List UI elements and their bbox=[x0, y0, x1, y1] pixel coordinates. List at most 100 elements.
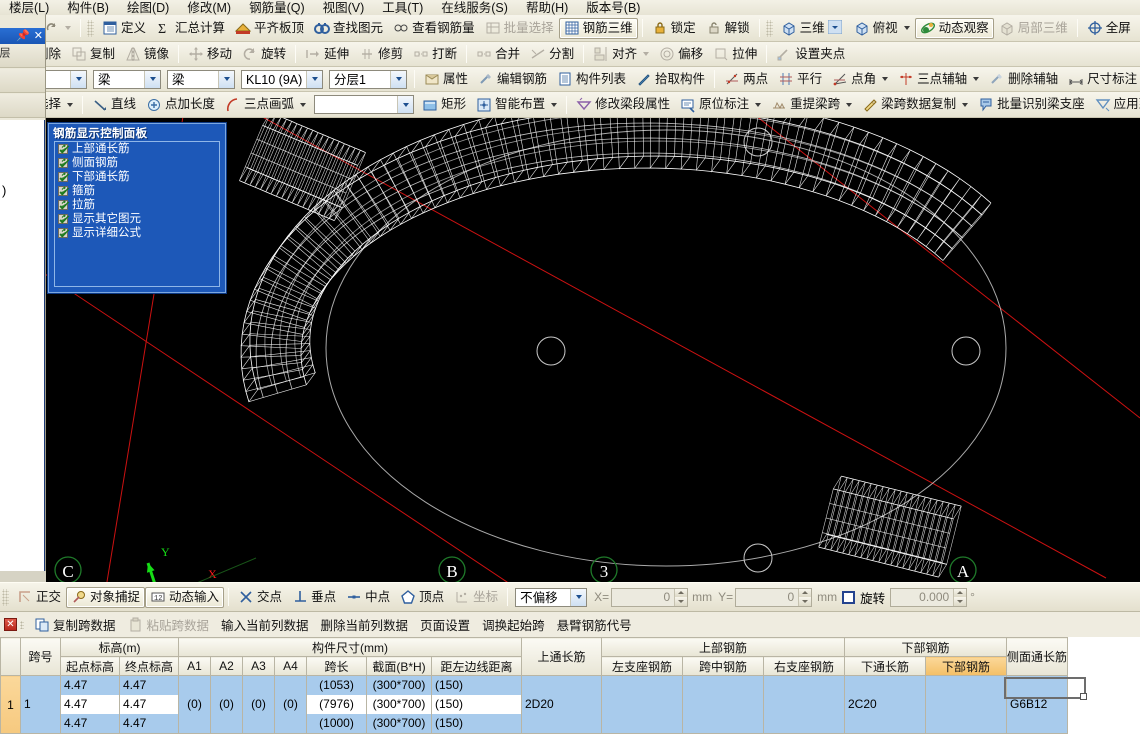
menu-bar[interactable]: 楼层(L)构件(B)绘图(D)修改(M)钢筋量(Q)视图(V)工具(T)在线服务… bbox=[0, 0, 1140, 15]
edit-beam-segment-button[interactable]: 修改梁段属性 bbox=[571, 94, 675, 115]
menu-item-9[interactable]: 版本号(B) bbox=[577, 0, 649, 15]
chevron-down-icon[interactable] bbox=[828, 20, 844, 36]
menu-item-5[interactable]: 视图(V) bbox=[314, 0, 374, 15]
checkbox-1[interactable]: ✓ bbox=[58, 158, 68, 168]
close-icon[interactable]: ✕ bbox=[34, 31, 43, 42]
grid-subheader-1[interactable]: 终点标高 bbox=[120, 657, 179, 676]
chevron-down-icon[interactable] bbox=[67, 103, 73, 107]
object-snap-button[interactable]: 对象捕捉 bbox=[66, 587, 145, 608]
batch-identify-support-button[interactable]: 批量识别梁支座 bbox=[973, 94, 1090, 115]
checkbox-0[interactable]: ✓ bbox=[58, 144, 68, 154]
grid-subheader-12[interactable]: 下通长筋 bbox=[845, 657, 926, 676]
component-list-button[interactable]: 构件列表 bbox=[552, 69, 631, 90]
dynamic-input-button[interactable]: 12动态输入 bbox=[145, 587, 224, 608]
cell-a2[interactable]: (0) bbox=[211, 676, 243, 734]
component-category-combo[interactable]: 梁 bbox=[167, 70, 235, 89]
trim-button[interactable]: 修剪 bbox=[354, 44, 408, 65]
cell-left-edge-dist[interactable]: (150)(150)(150) bbox=[432, 676, 522, 734]
table-toolbar[interactable]: ✕ 复制跨数据粘贴跨数据输入当前列数据删除当前列数据页面设置调换起始跨悬臂钢筋代… bbox=[0, 612, 1140, 637]
component-category-chevron-icon[interactable] bbox=[218, 71, 234, 88]
delete-aux-axis-button[interactable]: 删除辅轴 bbox=[984, 69, 1063, 90]
span-data-table-area[interactable]: ✕ 复制跨数据粘贴跨数据输入当前列数据删除当前列数据页面设置调换起始跨悬臂钢筋代… bbox=[0, 612, 1140, 752]
apply-same-name-beam-button[interactable]: 应用到同名梁 bbox=[1090, 94, 1140, 115]
point-plus-length-button[interactable]: 点加长度 bbox=[141, 94, 220, 115]
snap-status-bar[interactable]: 正交对象捕捉12动态输入交点垂点中点顶点坐标 不偏移 X= 0 mm Y= 0 … bbox=[0, 582, 1140, 612]
grid-subheader-2[interactable]: A1 bbox=[179, 657, 211, 676]
checkbox-5[interactable]: ✓ bbox=[58, 214, 68, 224]
x-coordinate-input[interactable]: 0 bbox=[611, 588, 688, 607]
rotate-input[interactable]: 0.000 bbox=[890, 588, 967, 607]
properties-button[interactable]: 属性 bbox=[419, 69, 473, 90]
layer-combo[interactable]: 分层1 bbox=[329, 70, 407, 89]
move-button[interactable]: 移动 bbox=[183, 44, 237, 65]
perpendicular-button[interactable]: 垂点 bbox=[287, 587, 341, 608]
checkbox-4[interactable]: ✓ bbox=[58, 200, 68, 210]
row-header[interactable]: 1 bbox=[1, 676, 21, 734]
grid-subheader-4[interactable]: A3 bbox=[243, 657, 275, 676]
menu-item-7[interactable]: 在线服务(S) bbox=[432, 0, 517, 15]
rectangle-button[interactable]: 矩形 bbox=[417, 94, 471, 115]
chevron-down-icon[interactable] bbox=[551, 103, 557, 107]
set-grip-button[interactable]: 设置夹点 bbox=[771, 44, 850, 65]
menu-item-3[interactable]: 修改(M) bbox=[178, 0, 240, 15]
chevron-down-icon[interactable] bbox=[755, 103, 761, 107]
table-tool-页面设置[interactable]: 页面设置 bbox=[414, 613, 476, 636]
pin-icon[interactable]: 📌 bbox=[16, 31, 30, 42]
table-close-button[interactable]: ✕ bbox=[4, 618, 17, 631]
cell-side-continuous[interactable]: G6B12 bbox=[1007, 676, 1068, 734]
midpoint-button[interactable]: 中点 bbox=[341, 587, 395, 608]
table-tool-悬臂钢筋代号[interactable]: 悬臂钢筋代号 bbox=[551, 613, 638, 636]
three-point-aux-button[interactable]: 三点辅轴 bbox=[893, 69, 984, 90]
arc-option-chevron-icon[interactable] bbox=[397, 96, 413, 113]
cell-span-no[interactable]: 1 bbox=[21, 676, 61, 734]
grid-subheader-9[interactable]: 左支座钢筋 bbox=[602, 657, 683, 676]
break-button[interactable]: 打断 bbox=[408, 44, 462, 65]
align-slab-top-button[interactable]: 平齐板顶 bbox=[230, 18, 309, 39]
statusbar-grip[interactable] bbox=[2, 589, 9, 606]
chevron-down-icon[interactable] bbox=[846, 103, 852, 107]
checkbox-2[interactable]: ✓ bbox=[58, 172, 68, 182]
mirror-button[interactable]: 镜像 bbox=[120, 44, 174, 65]
rebar-panel-item-3[interactable]: ✓箍筋 bbox=[55, 184, 219, 198]
checkbox-6[interactable]: ✓ bbox=[58, 228, 68, 238]
toolbar-grip-2[interactable] bbox=[87, 20, 94, 37]
smart-layout-button[interactable]: 智能布置 bbox=[471, 94, 562, 115]
merge-button[interactable]: 合并 bbox=[471, 44, 525, 65]
three-point-arc-button[interactable]: 三点画弧 bbox=[220, 94, 311, 115]
toolbar-draw[interactable]: 选择直线点加长度三点画弧矩形智能布置修改梁段属性原位标注重提梁跨梁跨数据复制批量… bbox=[0, 92, 1140, 118]
toolbar-selectors[interactable]: 首层梁梁KL10 (9A)分层1 属性编辑钢筋构件列表拾取构件两点平行点角三点辅… bbox=[0, 67, 1140, 92]
cell-bottom-rebar[interactable] bbox=[926, 676, 1007, 734]
rotate-button[interactable]: 旋转 bbox=[237, 44, 291, 65]
copy-button[interactable]: 复制 bbox=[66, 44, 120, 65]
dynamic-orbit-button[interactable]: 动态观察 bbox=[915, 18, 994, 39]
ortho-button[interactable]: 正交 bbox=[12, 587, 66, 608]
vertex-button[interactable]: 顶点 bbox=[395, 587, 449, 608]
edit-rebar-button[interactable]: 编辑钢筋 bbox=[473, 69, 552, 90]
table-tool-复制跨数据[interactable]: 复制跨数据 bbox=[28, 613, 122, 636]
rebar-panel-item-0[interactable]: ✓上部通长筋 bbox=[55, 142, 219, 156]
menu-item-4[interactable]: 钢筋量(Q) bbox=[240, 0, 314, 15]
grid-subheader-3[interactable]: A2 bbox=[211, 657, 243, 676]
chevron-down-icon[interactable] bbox=[973, 77, 979, 81]
arc-option-combo[interactable] bbox=[314, 95, 414, 114]
table-tool-调换起始跨[interactable]: 调换起始跨 bbox=[476, 613, 551, 636]
fullscreen-button[interactable]: 全屏 bbox=[1082, 18, 1136, 39]
cell-left-support[interactable] bbox=[602, 676, 683, 734]
rebar-panel-item-5[interactable]: ✓显示其它图元 bbox=[55, 212, 219, 226]
grid-subheader-5[interactable]: A4 bbox=[275, 657, 307, 676]
grid-header-side-continuous[interactable]: 侧面通长筋 bbox=[1007, 638, 1068, 676]
intersection-button[interactable]: 交点 bbox=[233, 587, 287, 608]
menu-item-1[interactable]: 构件(B) bbox=[58, 0, 118, 15]
two-point-button[interactable]: 两点 bbox=[719, 69, 773, 90]
pick-component-button[interactable]: 拾取构件 bbox=[631, 69, 710, 90]
grid-subheader-10[interactable]: 跨中钢筋 bbox=[683, 657, 764, 676]
chevron-down-icon[interactable] bbox=[643, 52, 649, 56]
offset-mode-combo[interactable]: 不偏移 bbox=[515, 588, 587, 607]
align-button[interactable]: 对齐 bbox=[588, 44, 654, 65]
menu-item-8[interactable]: 帮助(H) bbox=[517, 0, 577, 15]
rebar-3d-button[interactable]: 钢筋三维 bbox=[559, 18, 638, 39]
cell-start-elev[interactable]: 4.474.474.47 bbox=[61, 676, 120, 734]
cell-span-length[interactable]: (1053)(7976)(1000) bbox=[307, 676, 367, 734]
toolbar-main[interactable]: 定义Σ汇总计算平齐板顶查找图元查看钢筋量批量选择钢筋三维锁定解锁三维俯视动态观察… bbox=[0, 15, 1140, 42]
cell-right-support[interactable] bbox=[764, 676, 845, 734]
